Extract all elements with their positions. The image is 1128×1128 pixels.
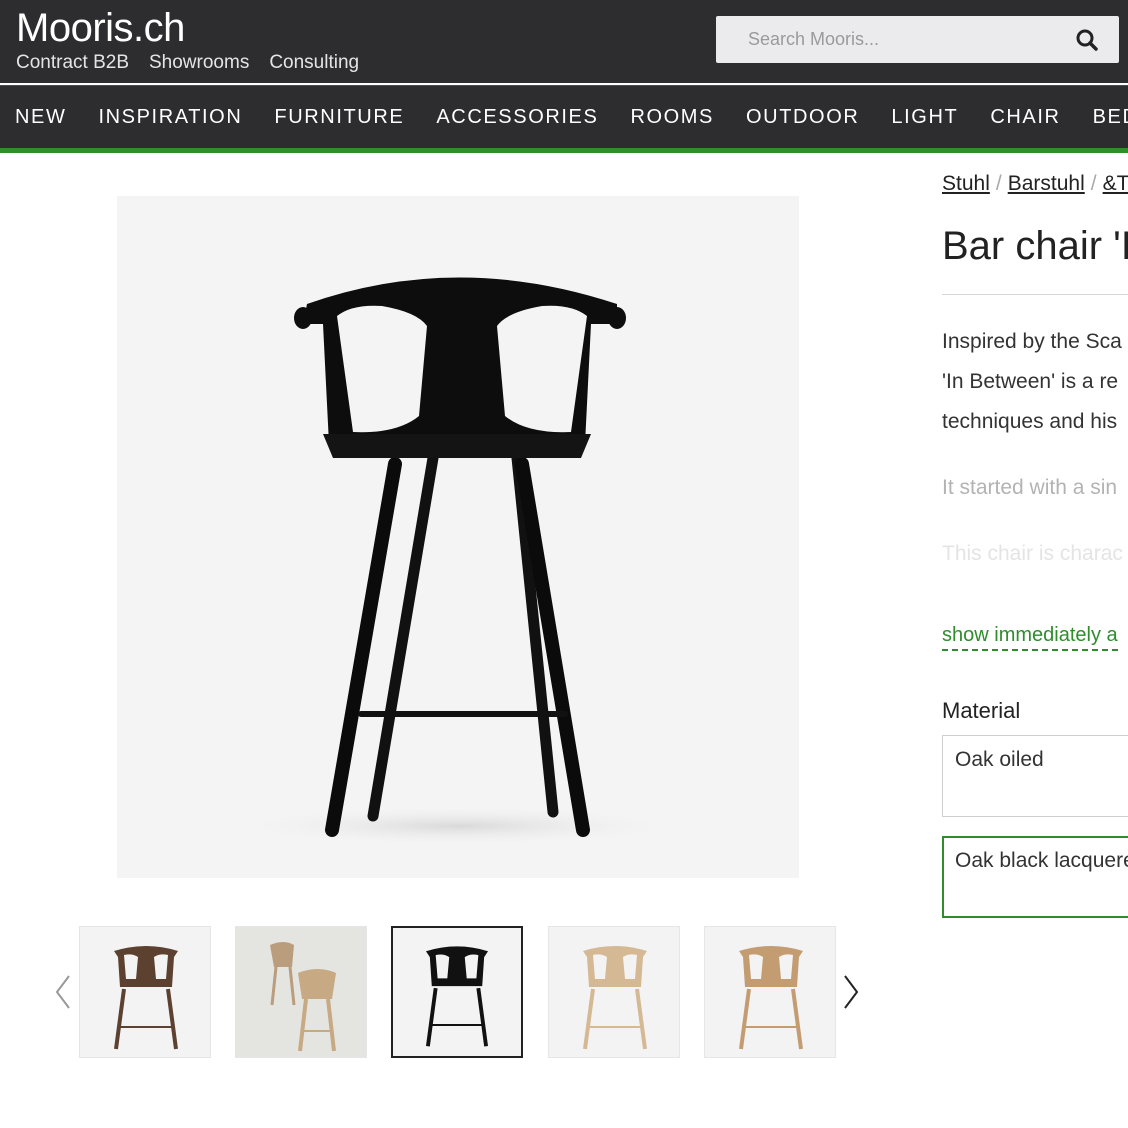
nav-item-accessories[interactable]: ACCESSORIES <box>436 106 598 129</box>
nav-item-inspiration[interactable]: INSPIRATION <box>98 106 242 129</box>
material-label: Material <box>942 698 1021 723</box>
main-product-image[interactable] <box>117 196 799 878</box>
title-divider <box>942 294 1128 295</box>
nav-item-rooms[interactable]: ROOMS <box>630 106 714 129</box>
nav-item-furniture[interactable]: FURNITURE <box>274 106 404 129</box>
thumbnail-oak-chairs-group[interactable] <box>235 926 367 1058</box>
breadcrumb: Stuhl / Barstuhl / &T <box>942 172 1128 196</box>
breadcrumb-separator: / <box>995 172 1002 195</box>
description-line: 'In Between' is a re <box>942 370 1119 393</box>
site-logo[interactable]: Mooris.ch <box>16 6 185 51</box>
header-sublinks: Contract B2B Showrooms Consulting <box>16 52 359 74</box>
nav-item-chair[interactable]: CHAIR <box>990 106 1060 129</box>
thumbnail-prev-arrow[interactable] <box>52 970 74 1014</box>
nav-item-new[interactable]: NEW <box>15 106 66 129</box>
description-line: It started with a sin <box>942 476 1118 499</box>
thumbnail-oak-chair[interactable] <box>704 926 836 1058</box>
nav-accent-line <box>0 148 1128 153</box>
main-nav: NEW INSPIRATION FURNITURE ACCESSORIES RO… <box>0 85 1128 148</box>
consulting-link[interactable]: Consulting <box>269 52 359 74</box>
search-box <box>716 16 1119 63</box>
description-line: This chair is charac <box>942 542 1123 565</box>
search-input[interactable] <box>716 16 1066 63</box>
thumbnail-black-chair[interactable] <box>391 926 523 1058</box>
material-option-oak-black-lacquered[interactable]: Oak black lacquere <box>942 836 1128 918</box>
showrooms-link[interactable]: Showrooms <box>149 52 249 74</box>
thumbnail-light-oak-chair[interactable] <box>548 926 680 1058</box>
show-more-link[interactable]: show immediately a <box>942 624 1118 651</box>
material-option-oak-oiled[interactable]: Oak oiled <box>942 735 1128 817</box>
breadcrumb-barstuhl[interactable]: Barstuhl <box>1008 172 1085 195</box>
breadcrumb-brand[interactable]: &T <box>1103 172 1128 195</box>
nav-item-light[interactable]: LIGHT <box>891 106 958 129</box>
product-title: Bar chair 'In <box>942 224 1128 268</box>
thumbnail-walnut-chair[interactable] <box>79 926 211 1058</box>
breadcrumb-stuhl[interactable]: Stuhl <box>942 172 990 195</box>
contract-b2b-link[interactable]: Contract B2B <box>16 52 129 74</box>
nav-item-bed[interactable]: BED <box>1093 106 1128 129</box>
breadcrumb-separator: / <box>1090 172 1097 195</box>
nav-item-outdoor[interactable]: OUTDOOR <box>746 106 859 129</box>
header-bar: Mooris.ch Contract B2B Showrooms Consult… <box>0 0 1128 83</box>
description-line: techniques and his <box>942 410 1118 433</box>
description-line: Inspired by the Sca <box>942 330 1122 353</box>
product-description: Inspired by the Sca 'In Between' is a re… <box>942 322 1128 574</box>
thumbnail-next-arrow[interactable] <box>840 970 862 1014</box>
search-icon[interactable] <box>1075 28 1099 52</box>
